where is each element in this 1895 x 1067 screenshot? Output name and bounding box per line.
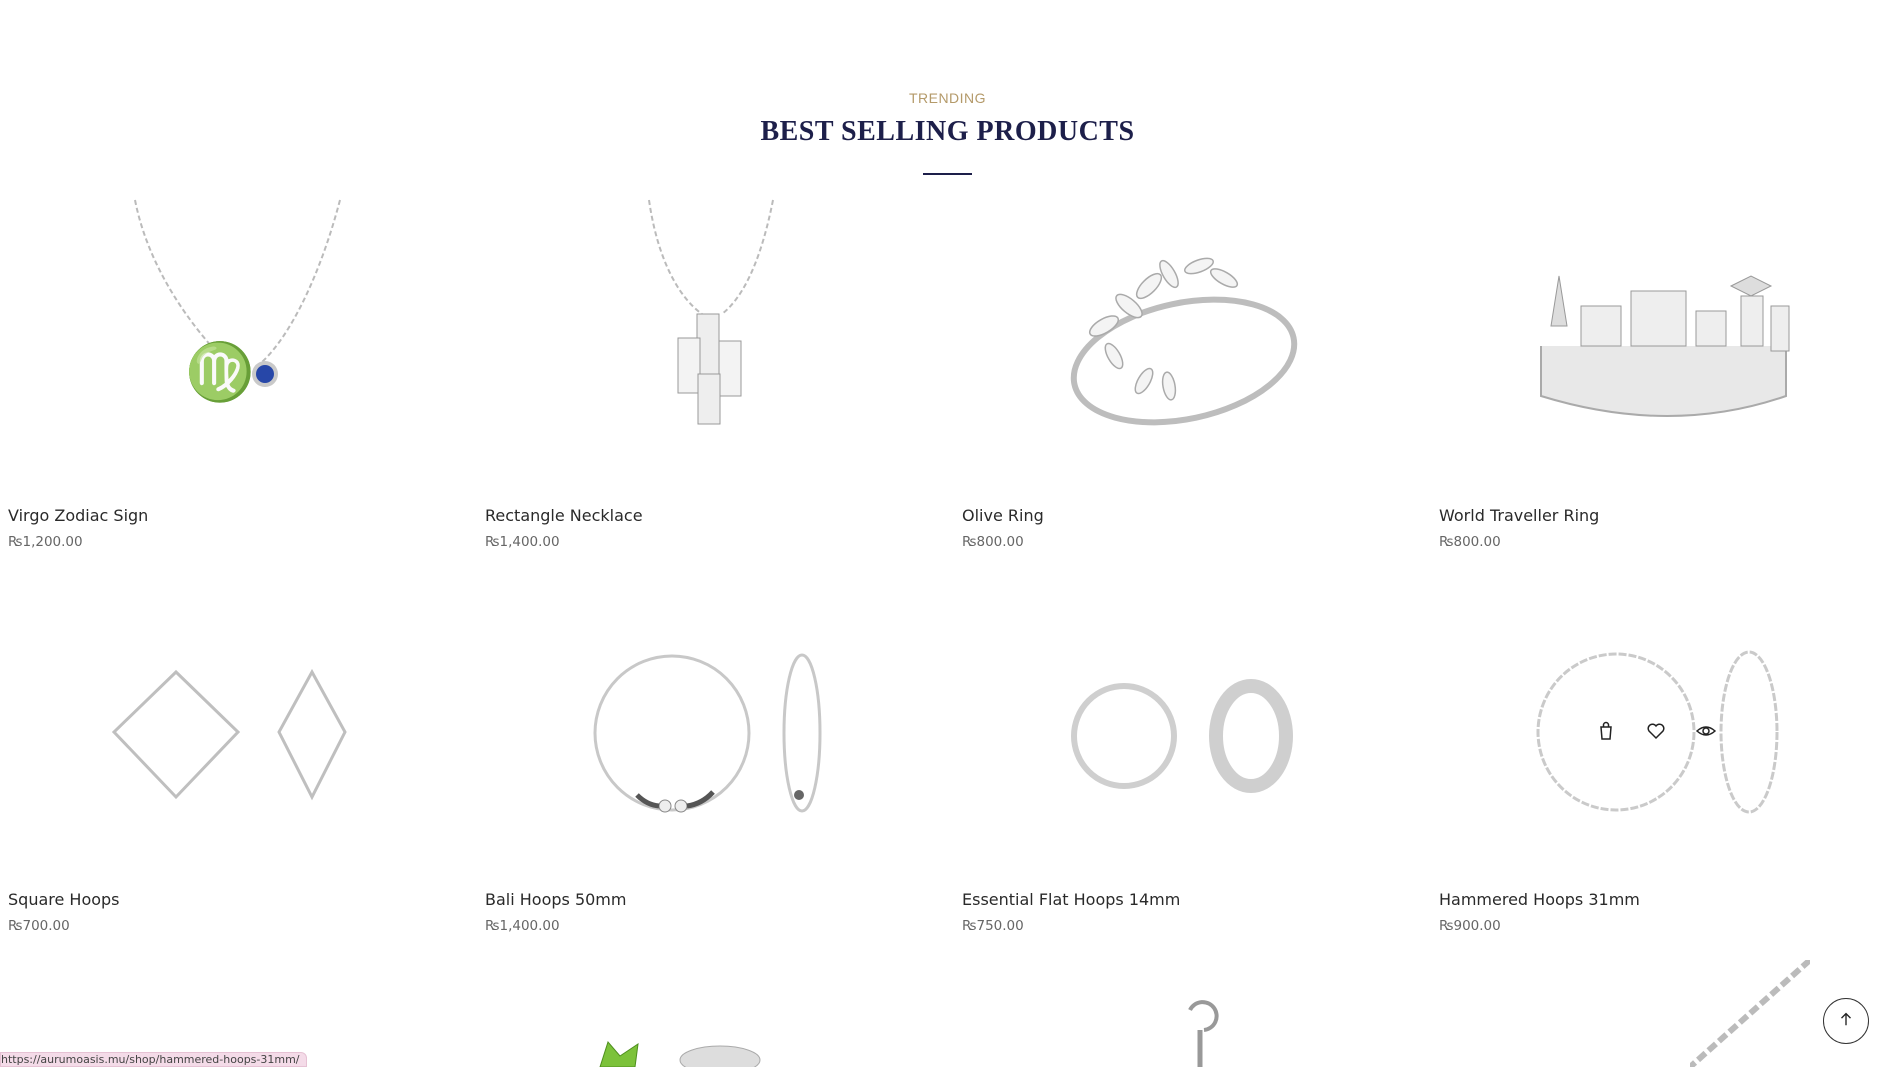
product-card[interactable]: Essential Flat Hoops 14mm ₨750.00 bbox=[954, 580, 1424, 950]
arrow-up-icon bbox=[1837, 1010, 1855, 1033]
product-name[interactable]: World Traveller Ring bbox=[1439, 506, 1599, 525]
product-card[interactable]: Hammered Hoops 31mm ₨900.00 bbox=[1431, 580, 1895, 950]
section-eyebrow: TRENDING bbox=[908, 90, 987, 106]
product-card[interactable]: Olive Ring ₨800.00 bbox=[954, 196, 1424, 566]
product-price: ₨1,200.00 bbox=[8, 534, 83, 550]
svg-text:♍: ♍ bbox=[185, 340, 255, 405]
product-name[interactable]: Hammered Hoops 31mm bbox=[1439, 890, 1640, 909]
product-name[interactable]: Rectangle Necklace bbox=[485, 506, 643, 525]
product-image-square-hoops[interactable] bbox=[0, 580, 470, 880]
product-card[interactable]: Bali Hoops 50mm ₨1,400.00 bbox=[477, 580, 947, 950]
product-image-flat-hoops[interactable] bbox=[954, 580, 1424, 880]
product-price: ₨750.00 bbox=[962, 918, 1024, 934]
product-price: ₨700.00 bbox=[8, 918, 70, 934]
product-image-bali-hoops[interactable] bbox=[477, 580, 947, 880]
shopping-bag-icon[interactable] bbox=[1596, 721, 1616, 741]
product-price: ₨1,400.00 bbox=[485, 534, 560, 550]
product-name[interactable]: Square Hoops bbox=[8, 890, 120, 909]
status-bar-url: https://aurumoasis.mu/shop/hammered-hoop… bbox=[0, 1052, 307, 1067]
product-card[interactable]: Rectangle Necklace ₨1,400.00 bbox=[477, 196, 947, 566]
scroll-to-top-button[interactable] bbox=[1823, 998, 1869, 1044]
product-image-partial[interactable] bbox=[1160, 990, 1240, 1067]
product-image-olive-ring[interactable] bbox=[954, 196, 1424, 496]
product-card[interactable]: Square Hoops ₨700.00 bbox=[0, 580, 470, 950]
product-card[interactable]: World Traveller Ring ₨800.00 bbox=[1431, 196, 1895, 566]
product-price: ₨800.00 bbox=[1439, 534, 1501, 550]
product-image-virgo-necklace[interactable]: ♍ bbox=[0, 196, 470, 496]
eye-icon[interactable] bbox=[1695, 721, 1717, 741]
product-price: ₨900.00 bbox=[1439, 918, 1501, 934]
product-image-partial[interactable] bbox=[1688, 957, 1812, 1067]
product-name[interactable]: Bali Hoops 50mm bbox=[485, 890, 626, 909]
heart-icon[interactable] bbox=[1646, 721, 1666, 741]
product-image-world-traveller-ring[interactable] bbox=[1431, 196, 1895, 496]
section-title: BEST SELLING PRODUCTS bbox=[760, 116, 1135, 147]
product-price: ₨800.00 bbox=[962, 534, 1024, 550]
product-hover-actions bbox=[1596, 716, 1746, 746]
product-image-partial[interactable] bbox=[580, 1030, 800, 1067]
product-card[interactable]: ♍ Virgo Zodiac Sign ₨1,200.00 bbox=[0, 196, 470, 566]
product-name[interactable]: Olive Ring bbox=[962, 506, 1044, 525]
section-divider bbox=[923, 173, 972, 175]
product-image-rectangle-necklace[interactable] bbox=[477, 196, 947, 496]
product-price: ₨1,400.00 bbox=[485, 918, 560, 934]
product-name[interactable]: Virgo Zodiac Sign bbox=[8, 506, 148, 525]
product-name[interactable]: Essential Flat Hoops 14mm bbox=[962, 890, 1180, 909]
